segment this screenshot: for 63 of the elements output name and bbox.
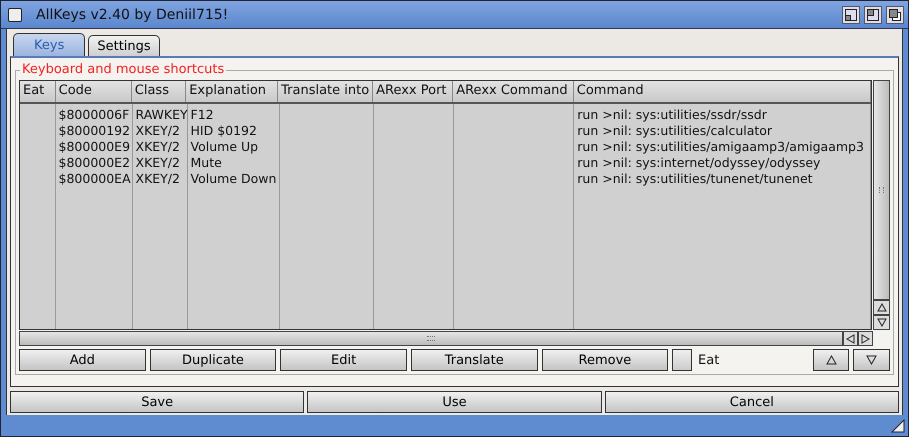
column-header[interactable]: Explanation — [186, 81, 278, 102]
scroll-right-button[interactable] — [858, 331, 874, 346]
table-cell-text: $800000EA — [58, 171, 132, 187]
table-cell-text: XKEY/2 — [134, 139, 181, 155]
iconify-icon[interactable] — [842, 6, 860, 24]
window-title: AllKeys v2.40 by Deniil715! — [36, 6, 230, 22]
table-cell-text: run >nil: sys:utilities/calculator — [576, 123, 774, 139]
left-triangle-icon — [846, 334, 856, 344]
dialog-button[interactable]: Save — [10, 391, 304, 413]
table-cell-text: run >nil: sys:utilities/amigaamp3/amigaamp3 — [576, 139, 865, 155]
table-cell-text: $800000E9 — [58, 139, 132, 155]
table-cell-text: run >nil: sys:utilities/tunenet/tunenet — [576, 171, 814, 187]
table-cell-text: F12 — [190, 107, 215, 123]
column-header[interactable]: Class — [132, 81, 186, 102]
vertical-scrollbar[interactable] — [873, 80, 890, 330]
column-header[interactable]: ARexx Port — [373, 81, 454, 102]
table-cell-text: $80000192 — [58, 123, 132, 139]
tab[interactable]: Keys — [13, 33, 86, 56]
column-header[interactable]: ARexx Command — [453, 81, 574, 102]
resize-icon[interactable] — [891, 418, 905, 432]
table-cell-text: Volume Up — [190, 139, 260, 155]
list-button[interactable]: Remove — [542, 349, 668, 371]
column-header[interactable]: Translate into — [278, 81, 374, 102]
table-cell-text: XKEY/2 — [134, 123, 181, 139]
grip-icon — [427, 336, 436, 341]
column-header[interactable]: Eat — [20, 81, 56, 102]
scroll-down-button[interactable] — [873, 315, 890, 330]
dialog-button[interactable]: Use — [307, 391, 602, 413]
checkbox-label: Eat — [697, 352, 720, 368]
tab[interactable]: Settings — [88, 35, 160, 56]
column-header[interactable]: Code — [56, 81, 132, 102]
column-header[interactable]: Command — [574, 81, 872, 102]
table-cell-text: Volume Down — [190, 171, 278, 187]
up-triangle-icon — [826, 355, 837, 365]
down-triangle-icon — [876, 318, 887, 327]
grip-icon — [879, 187, 884, 193]
depth-icon[interactable] — [886, 6, 904, 24]
list-button[interactable]: Edit — [280, 349, 407, 371]
dialog-button[interactable]: Cancel — [604, 391, 899, 413]
table-cell-text: run >nil: sys:internet/odyssey/odyssey — [576, 155, 822, 171]
zoom-icon[interactable] — [864, 6, 882, 24]
scroll-left-button[interactable] — [843, 331, 858, 346]
table-cell-text: XKEY/2 — [134, 171, 181, 187]
close-icon[interactable] — [8, 8, 22, 22]
list-button[interactable]: Add — [19, 349, 146, 371]
right-triangle-icon — [861, 334, 870, 344]
move-down-button[interactable] — [853, 349, 890, 371]
down-triangle-icon — [866, 355, 878, 365]
list-button[interactable]: Translate — [410, 349, 538, 371]
table-cell-text: Mute — [190, 155, 223, 171]
checkbox[interactable] — [672, 349, 692, 371]
table-cell-text: run >nil: sys:utilities/ssdr/ssdr — [576, 107, 768, 123]
table-cell-text: HID $0192 — [190, 123, 258, 139]
table-cell-text: RAWKEY — [134, 107, 187, 123]
table-cell-text: XKEY/2 — [134, 155, 181, 171]
move-up-button[interactable] — [812, 349, 850, 371]
horizontal-scrollbar[interactable] — [19, 331, 844, 346]
scroll-up-button[interactable] — [873, 300, 890, 315]
table-cell-text: $8000006F — [58, 107, 130, 123]
table-cell-text: $800000E2 — [58, 155, 132, 171]
list-button[interactable]: Duplicate — [150, 349, 276, 371]
group-title: Keyboard and mouse shortcuts — [20, 62, 226, 77]
up-triangle-icon — [876, 303, 887, 312]
